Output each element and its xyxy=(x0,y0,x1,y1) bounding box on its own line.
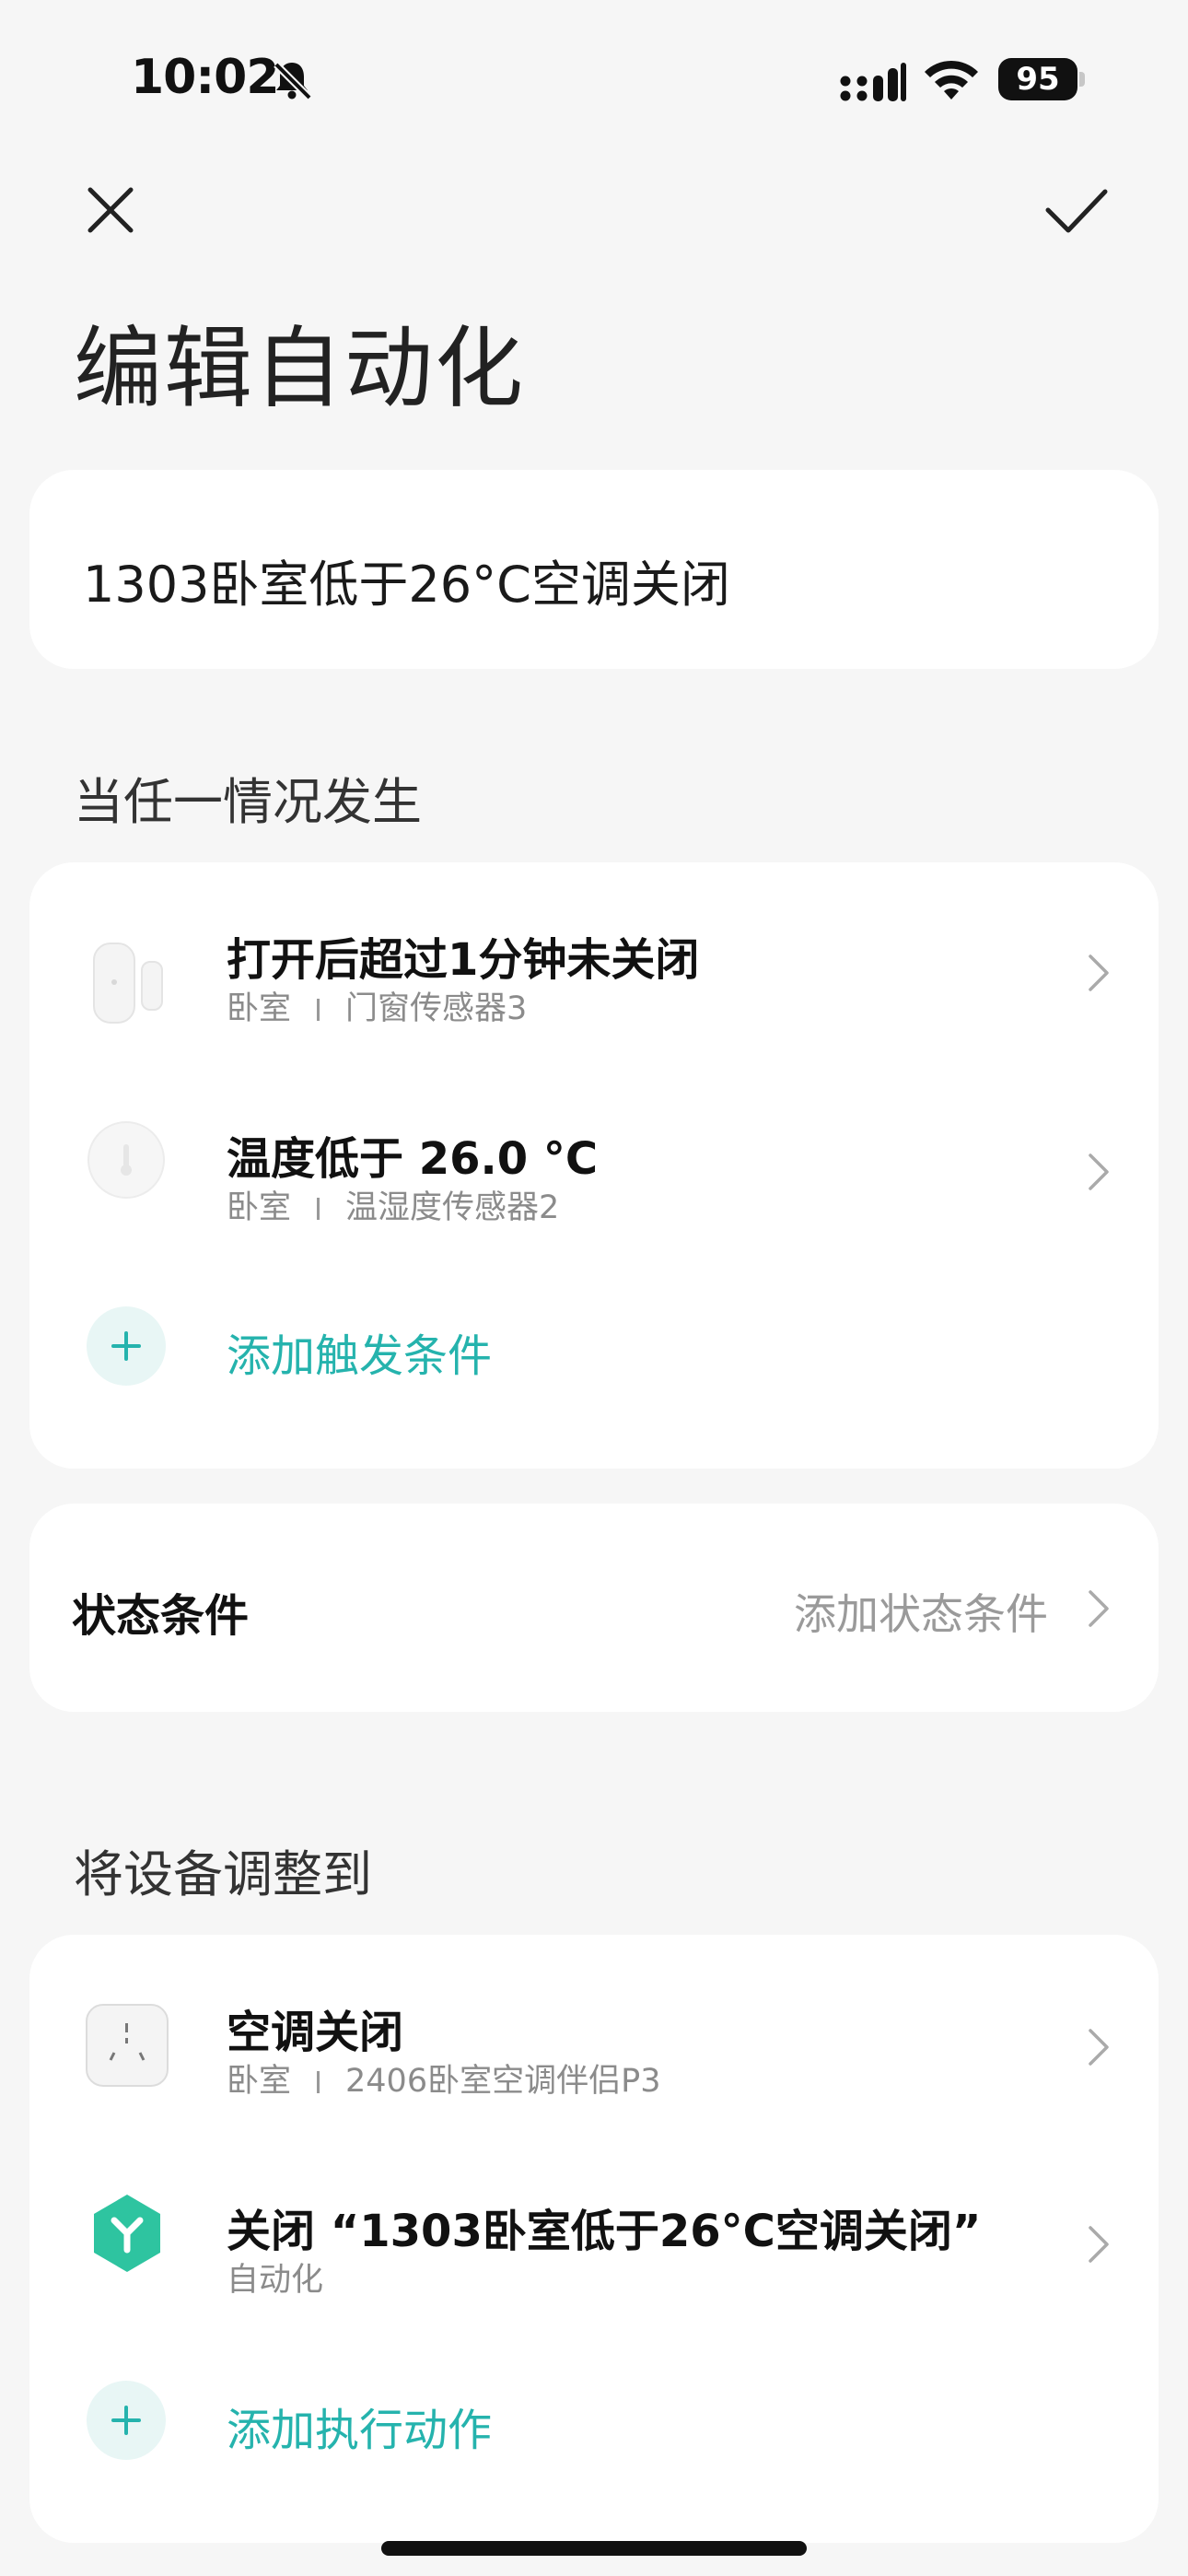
trigger-card: 打开后超过1分钟未关闭 卧室 门窗传感器3 温度低于 26.0 °C 卧室 温湿度传… xyxy=(29,862,1159,1469)
add-trigger-label: 添加触发条件 xyxy=(227,1330,493,1382)
add-action-label: 添加执行动作 xyxy=(227,2405,493,2456)
chevron-right-icon xyxy=(1089,1153,1109,1190)
action-subtitle: 自动化 xyxy=(227,2262,324,2299)
action-item-automation[interactable]: 关闭 “1303卧室低于26°C空调关闭” 自动化 xyxy=(29,2134,1159,2333)
state-condition-label: 状态条件 xyxy=(72,1590,250,1642)
cellular-signal-icon xyxy=(840,63,906,101)
temperature-humidity-sensor-icon xyxy=(87,1121,165,1199)
automation-name[interactable]: 1303卧室低于26°C空调关闭 xyxy=(83,544,730,616)
trigger-device: 门窗传感器3 xyxy=(345,990,528,1027)
battery-indicator: 95 xyxy=(998,58,1077,100)
trigger-room: 卧室 xyxy=(227,990,292,1027)
confirm-check-icon[interactable] xyxy=(1044,184,1109,236)
action-room: 卧室 xyxy=(227,2063,292,2100)
add-trigger-button[interactable]: 添加触发条件 xyxy=(29,1260,1159,1445)
action-device: 2406卧室空调伴侣P3 xyxy=(345,2063,661,2100)
action-subtitle: 卧室 2406卧室空调伴侣P3 xyxy=(227,2055,660,2102)
trigger-subtitle: 卧室 温湿度传感器2 xyxy=(227,1181,559,1228)
action-section-label: 将设备调整到 xyxy=(74,1845,372,1903)
close-icon[interactable] xyxy=(85,184,136,236)
plus-icon xyxy=(87,2381,166,2460)
door-window-sensor-icon xyxy=(93,943,163,1024)
chevron-right-icon xyxy=(1089,2029,1109,2066)
separator xyxy=(317,2071,320,2093)
bell-muted-icon xyxy=(274,62,312,100)
trigger-section-label: 当任一情况发生 xyxy=(74,773,422,831)
trigger-item-door-sensor[interactable]: 打开后超过1分钟未关闭 卧室 门窗传感器3 xyxy=(29,862,1159,1061)
separator xyxy=(317,999,320,1021)
trigger-device: 温湿度传感器2 xyxy=(345,1189,560,1226)
add-state-condition-hint: 添加状态条件 xyxy=(794,1589,1048,1639)
state-condition-card[interactable]: 状态条件 添加状态条件 xyxy=(29,1504,1159,1712)
wifi-icon xyxy=(925,60,978,100)
status-time: 10:02 xyxy=(131,50,280,105)
home-indicator[interactable] xyxy=(381,2541,807,2556)
chevron-right-icon xyxy=(1089,1590,1109,1627)
automation-icon xyxy=(94,2195,160,2272)
action-card: 空调关闭 卧室 2406卧室空调伴侣P3 关闭 “1303卧室低于26°C空调关闭… xyxy=(29,1935,1159,2543)
trigger-subtitle: 卧室 门窗传感器3 xyxy=(227,982,527,1029)
trigger-title: 温度低于 26.0 °C xyxy=(227,1133,599,1185)
trigger-room: 卧室 xyxy=(227,1189,292,1226)
chevron-right-icon xyxy=(1089,2226,1109,2263)
separator xyxy=(317,1198,320,1220)
page-title: 编辑自动化 xyxy=(74,317,525,420)
action-title: 关闭 “1303卧室低于26°C空调关闭” xyxy=(227,2206,982,2257)
action-item-ac[interactable]: 空调关闭 卧室 2406卧室空调伴侣P3 xyxy=(29,1935,1159,2134)
add-action-button[interactable]: 添加执行动作 xyxy=(29,2333,1159,2517)
plus-icon xyxy=(87,1306,166,1386)
action-title: 空调关闭 xyxy=(227,2007,404,2058)
trigger-item-temperature[interactable]: 温度低于 26.0 °C 卧室 温湿度传感器2 xyxy=(29,1061,1159,1260)
automation-name-card[interactable]: 1303卧室低于26°C空调关闭 xyxy=(29,470,1159,669)
ac-companion-icon xyxy=(86,2004,169,2087)
chevron-right-icon xyxy=(1089,954,1109,991)
battery-tip xyxy=(1079,72,1085,87)
trigger-title: 打开后超过1分钟未关闭 xyxy=(227,934,700,986)
